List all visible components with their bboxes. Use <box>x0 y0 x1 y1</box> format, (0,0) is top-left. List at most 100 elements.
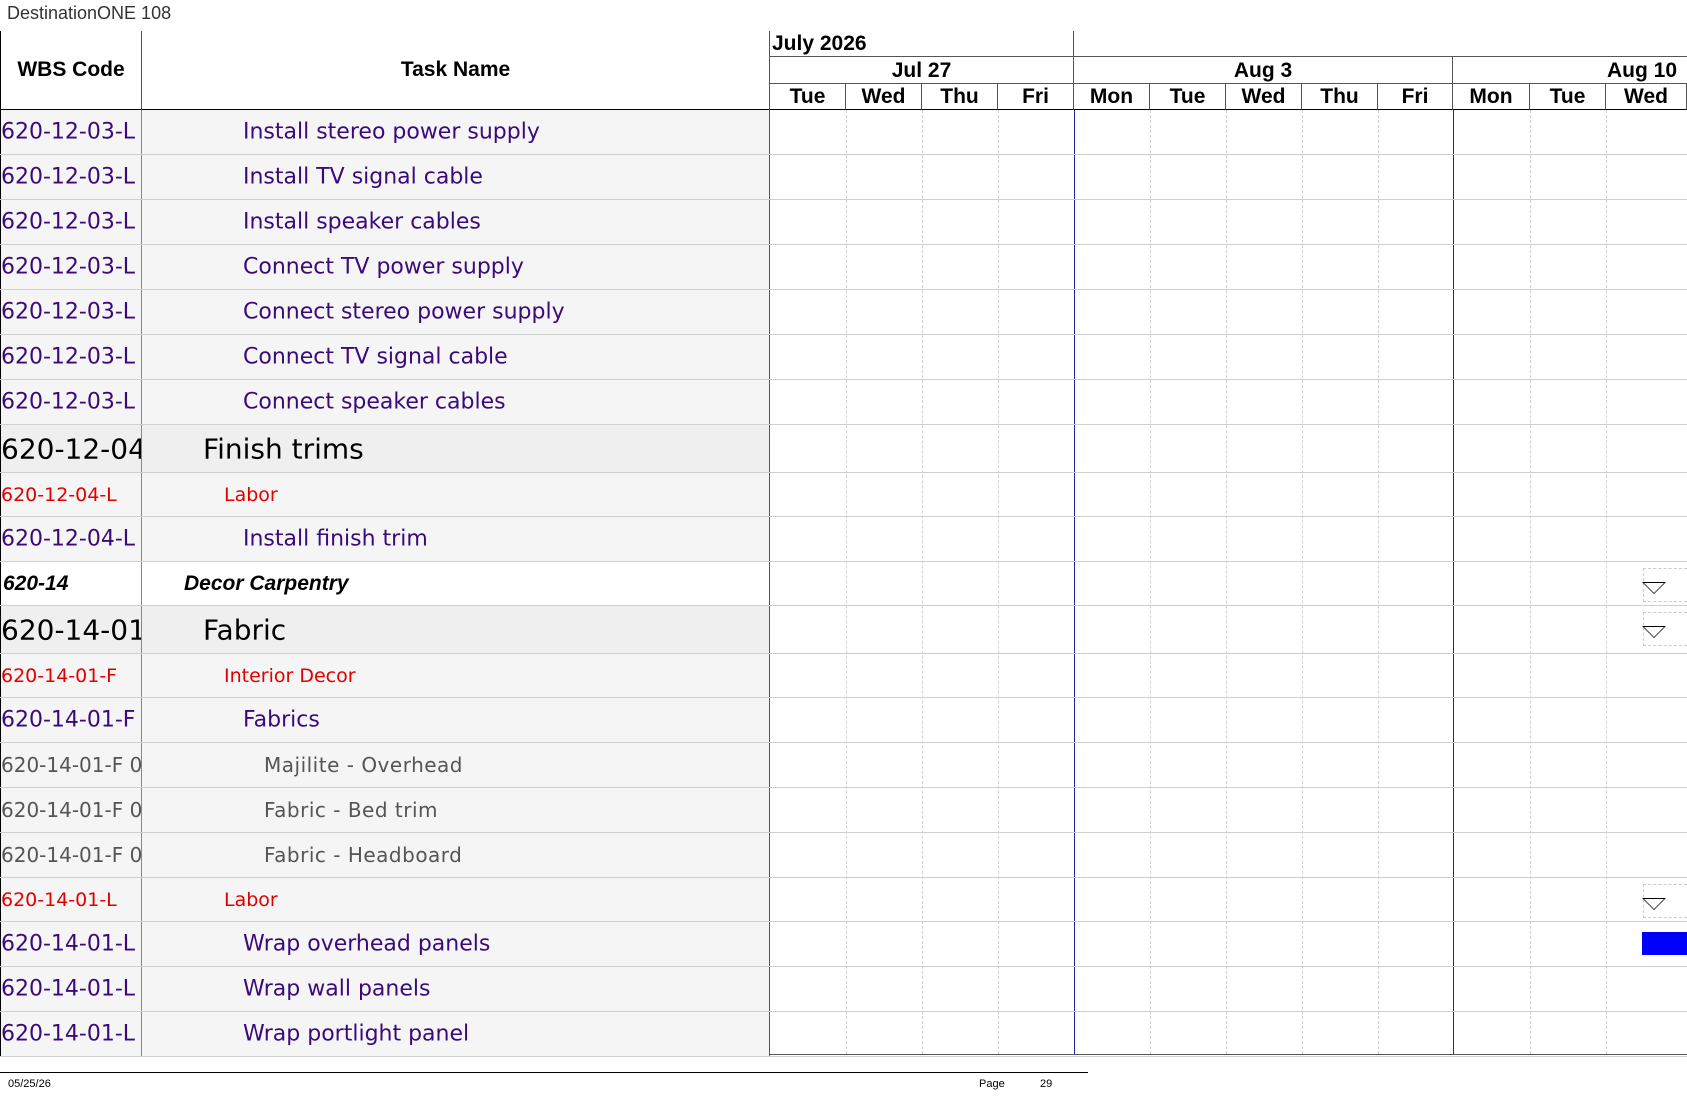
wbs-code-cell[interactable]: 620-14-01-F 01 <box>0 743 142 787</box>
document-title: DestinationONE 108 <box>7 3 172 23</box>
column-header-task[interactable]: Task Name <box>142 31 770 110</box>
task-name: Wrap overhead panels <box>243 931 491 957</box>
wbs-code-cell[interactable]: 620-14-01 <box>0 606 142 653</box>
task-name: Install TV signal cable <box>243 164 483 190</box>
task-name-cell[interactable]: Decor Carpentry <box>142 562 770 605</box>
wbs-code-cell[interactable]: 620-12-03-L 0 <box>0 290 142 334</box>
task-name-cell[interactable]: Connect speaker cables <box>142 380 770 424</box>
task-name: Fabric - Bed trim <box>264 798 439 822</box>
day-gridline <box>1150 110 1151 1054</box>
wbs-code-cell[interactable]: 620-14-01-L 0 <box>0 967 142 1011</box>
task-name-cell[interactable]: Install finish trim <box>142 517 770 561</box>
day-gridline <box>1378 110 1379 1054</box>
task-name-cell[interactable]: Connect stereo power supply <box>142 290 770 334</box>
task-name: Majilite - Overhead <box>264 753 464 777</box>
task-name-cell[interactable]: Finish trims <box>142 425 770 472</box>
task-name-cell[interactable]: Fabric - Bed trim <box>142 788 770 832</box>
task-name-cell[interactable]: Fabric - Headboard <box>142 833 770 877</box>
row-gridline <box>770 154 1687 155</box>
timeline-day: Fri <box>1378 84 1453 110</box>
task-name-cell[interactable]: Fabrics <box>142 698 770 742</box>
row-gridline <box>770 1011 1687 1012</box>
wbs-code-cell[interactable]: 620-14-01-L 0 <box>0 922 142 966</box>
task-name: Install stereo power supply <box>243 119 540 145</box>
wbs-code-cell[interactable]: 620-12-03-L 0 <box>0 380 142 424</box>
timeline-month-continuation <box>1074 31 1687 57</box>
task-name-cell[interactable]: Install TV signal cable <box>142 155 770 199</box>
summary-down-triangle-icon[interactable] <box>1642 582 1666 594</box>
week-gridline <box>1453 110 1454 1054</box>
task-name: Connect TV power supply <box>243 254 524 280</box>
task-name: Interior Decor <box>224 664 356 687</box>
day-gridline <box>846 110 847 1054</box>
wbs-code-cell[interactable]: 620-14-01-F <box>0 654 142 697</box>
wbs-code-cell[interactable]: 620-12-04 <box>0 425 142 472</box>
timeline-day: Mon <box>1074 84 1150 110</box>
task-name-cell[interactable]: Connect TV signal cable <box>142 335 770 379</box>
wbs-code-cell[interactable]: 620-14-01-F 01 <box>0 788 142 832</box>
summary-down-triangle-icon[interactable] <box>1642 626 1666 638</box>
wbs-code: 620-12-03-L 0 <box>1 254 142 280</box>
wbs-code: 620-12-03-L 0 <box>1 209 142 235</box>
wbs-code-cell[interactable]: 620-12-04-L <box>0 473 142 516</box>
task-name-cell[interactable]: Connect TV power supply <box>142 245 770 289</box>
timeline-day: Wed <box>1226 84 1302 110</box>
timeline-week: Jul 27 <box>770 57 1074 84</box>
wbs-code: 620-12-04-L 0 <box>1 526 142 552</box>
row-gridline <box>770 472 1687 473</box>
wbs-code-cell[interactable]: 620-14 <box>0 562 142 605</box>
task-name: Fabric <box>203 613 287 646</box>
wbs-code: 620-14-01-F 01 <box>1 798 142 822</box>
wbs-code-cell[interactable]: 620-12-03-L 0 <box>0 335 142 379</box>
timeline-day: Thu <box>922 84 998 110</box>
wbs-code: 620-12-03-L 0 <box>1 344 142 370</box>
row-gridline <box>770 379 1687 380</box>
task-name: Connect speaker cables <box>243 389 506 415</box>
day-gridline <box>922 110 923 1054</box>
task-name-cell[interactable]: Fabric <box>142 606 770 653</box>
wbs-code-cell[interactable]: 620-14-01-F 01 <box>0 833 142 877</box>
task-name-cell[interactable]: Wrap wall panels <box>142 967 770 1011</box>
task-bar[interactable] <box>1642 932 1687 955</box>
timeline-day: Wed <box>1606 84 1687 110</box>
summary-down-triangle-icon[interactable] <box>1642 898 1666 910</box>
wbs-code-cell[interactable]: 620-12-03-L 0 <box>0 155 142 199</box>
wbs-code: 620-14-01-F 01 <box>1 843 142 867</box>
wbs-code-cell[interactable]: 620-12-03-L 0 <box>0 110 142 154</box>
week-gridline <box>1074 110 1075 1054</box>
day-gridline <box>1606 110 1607 1054</box>
row-gridline <box>770 605 1687 606</box>
wbs-code-cell[interactable]: 620-12-04-L 0 <box>0 517 142 561</box>
footer-page-number: 29 <box>1040 1078 1053 1090</box>
task-name-cell[interactable]: Install speaker cables <box>142 200 770 244</box>
wbs-code: 620-14-01-F <box>1 664 118 687</box>
row-gridline <box>770 244 1687 245</box>
wbs-code: 620-14-01-L 0 <box>1 976 142 1002</box>
task-name-cell[interactable]: Wrap overhead panels <box>142 922 770 966</box>
wbs-code: 620-12-03-L 0 <box>1 119 142 145</box>
task-name: Connect TV signal cable <box>243 344 508 370</box>
task-name: Labor <box>224 483 278 506</box>
task-name-cell[interactable]: Install stereo power supply <box>142 110 770 154</box>
wbs-code-cell[interactable]: 620-14-01-L 0 <box>0 1012 142 1056</box>
timeline-day: Mon <box>1453 84 1530 110</box>
row-gridline <box>770 334 1687 335</box>
wbs-code: 620-14-01-L 0 <box>1 1021 142 1047</box>
row-gridline <box>770 653 1687 654</box>
task-name-cell[interactable]: Labor <box>142 878 770 921</box>
task-name-cell[interactable]: Wrap portlight panel <box>142 1012 770 1056</box>
row-gridline <box>770 1056 1687 1057</box>
wbs-code-cell[interactable]: 620-14-01-L <box>0 878 142 921</box>
task-name-cell[interactable]: Labor <box>142 473 770 516</box>
wbs-code-cell[interactable]: 620-12-03-L 0 <box>0 200 142 244</box>
column-header-wbs[interactable]: WBS Code <box>0 31 142 110</box>
day-gridline <box>998 110 999 1054</box>
wbs-code-cell[interactable]: 620-14-01-F 0 <box>0 698 142 742</box>
task-name-cell[interactable]: Majilite - Overhead <box>142 743 770 787</box>
wbs-code-cell[interactable]: 620-12-03-L 0 <box>0 245 142 289</box>
row-gridline <box>770 199 1687 200</box>
gantt-chart-area <box>770 110 1687 1057</box>
task-name: Install speaker cables <box>243 209 481 235</box>
task-name-cell[interactable]: Interior Decor <box>142 654 770 697</box>
wbs-code: 620-14-01-F 01 <box>1 753 142 777</box>
